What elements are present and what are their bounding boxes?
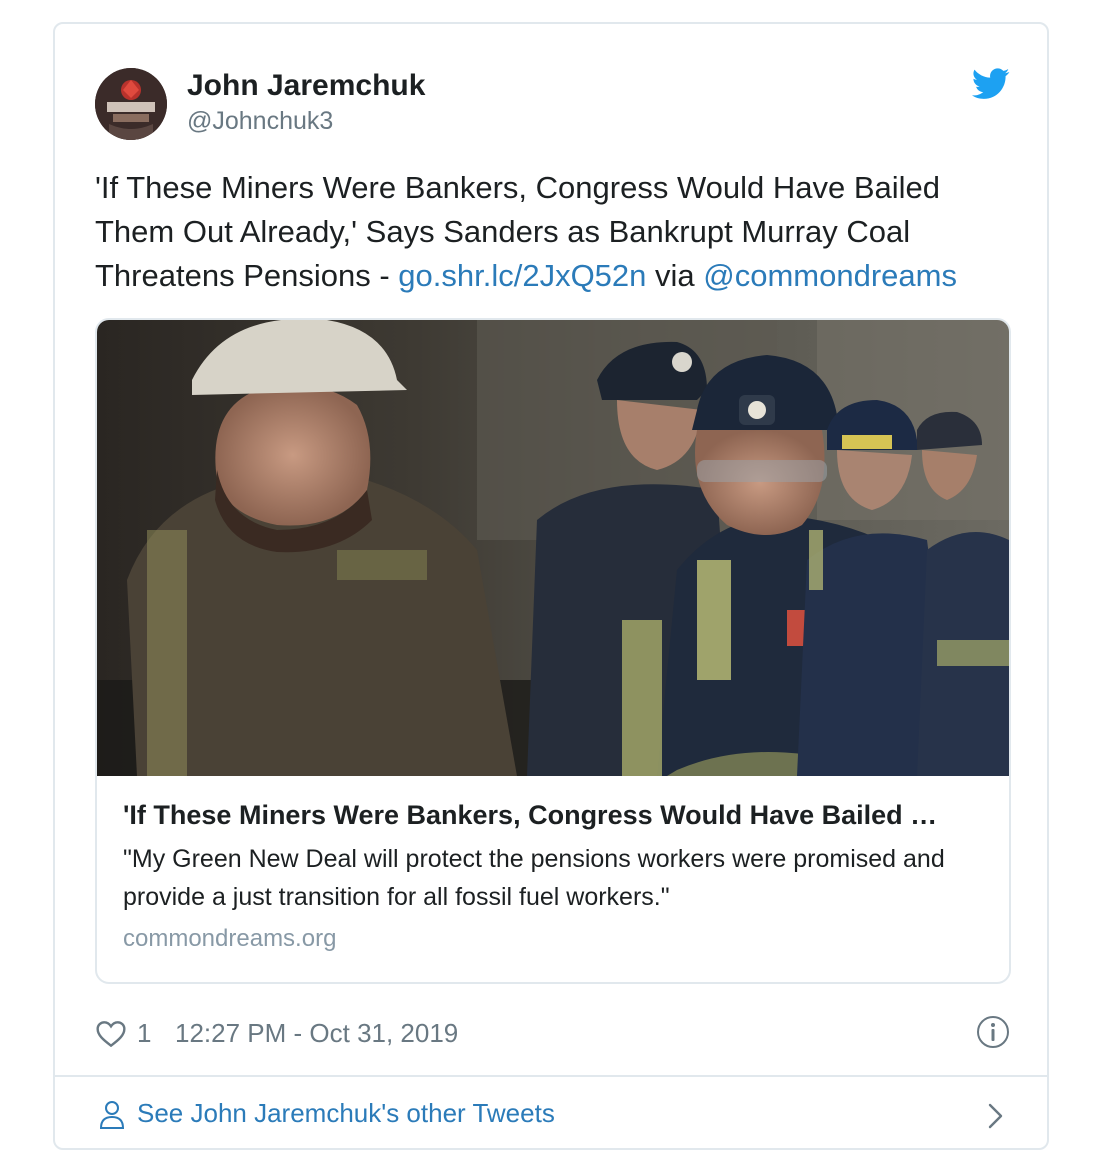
other-tweets-link[interactable]: See John Jaremchuk's other Tweets <box>99 1094 1015 1134</box>
mention-link[interactable]: @commondreams <box>703 258 957 293</box>
person-icon <box>99 1101 125 1129</box>
info-icon[interactable] <box>975 1014 1011 1050</box>
avatar[interactable] <box>95 68 167 140</box>
embedded-tweet: John Jaremchuk @Johnchuk3 'If These Mine… <box>53 22 1049 1150</box>
card-title[interactable]: 'If These Miners Were Bankers, Congress … <box>123 798 985 832</box>
timestamp[interactable]: 12:27 PM - Oct 31, 2019 <box>175 1016 458 1050</box>
tweet-via: via <box>646 258 704 293</box>
see-other-tweets-label[interactable]: See John Jaremchuk's other Tweets <box>137 1096 555 1130</box>
card-body: 'If These Miners Were Bankers, Congress … <box>123 798 985 954</box>
article-photo <box>97 320 1009 776</box>
avatar-image <box>95 68 167 140</box>
card-description: "My Green New Deal will protect the pens… <box>123 845 945 911</box>
author-name[interactable]: John Jaremchuk <box>187 68 425 104</box>
like-count[interactable]: 1 <box>137 1016 151 1050</box>
card-domain: commondreams.org <box>123 925 337 952</box>
tweet-meta: 1 12:27 PM - Oct 31, 2019 <box>95 1014 1011 1054</box>
tweet-text: 'If These Miners Were Bankers, Congress … <box>95 166 1015 298</box>
chevron-right-icon[interactable] <box>987 1102 1005 1130</box>
author-handle[interactable]: @Johnchuk3 <box>187 106 333 136</box>
tweet-link[interactable]: go.shr.lc/2JxQ52n <box>398 258 646 293</box>
link-preview-card[interactable]: 'If These Miners Were Bankers, Congress … <box>95 318 1011 984</box>
twitter-bird-icon[interactable] <box>972 68 1010 100</box>
divider <box>55 1075 1047 1077</box>
heart-icon[interactable] <box>95 1018 127 1048</box>
